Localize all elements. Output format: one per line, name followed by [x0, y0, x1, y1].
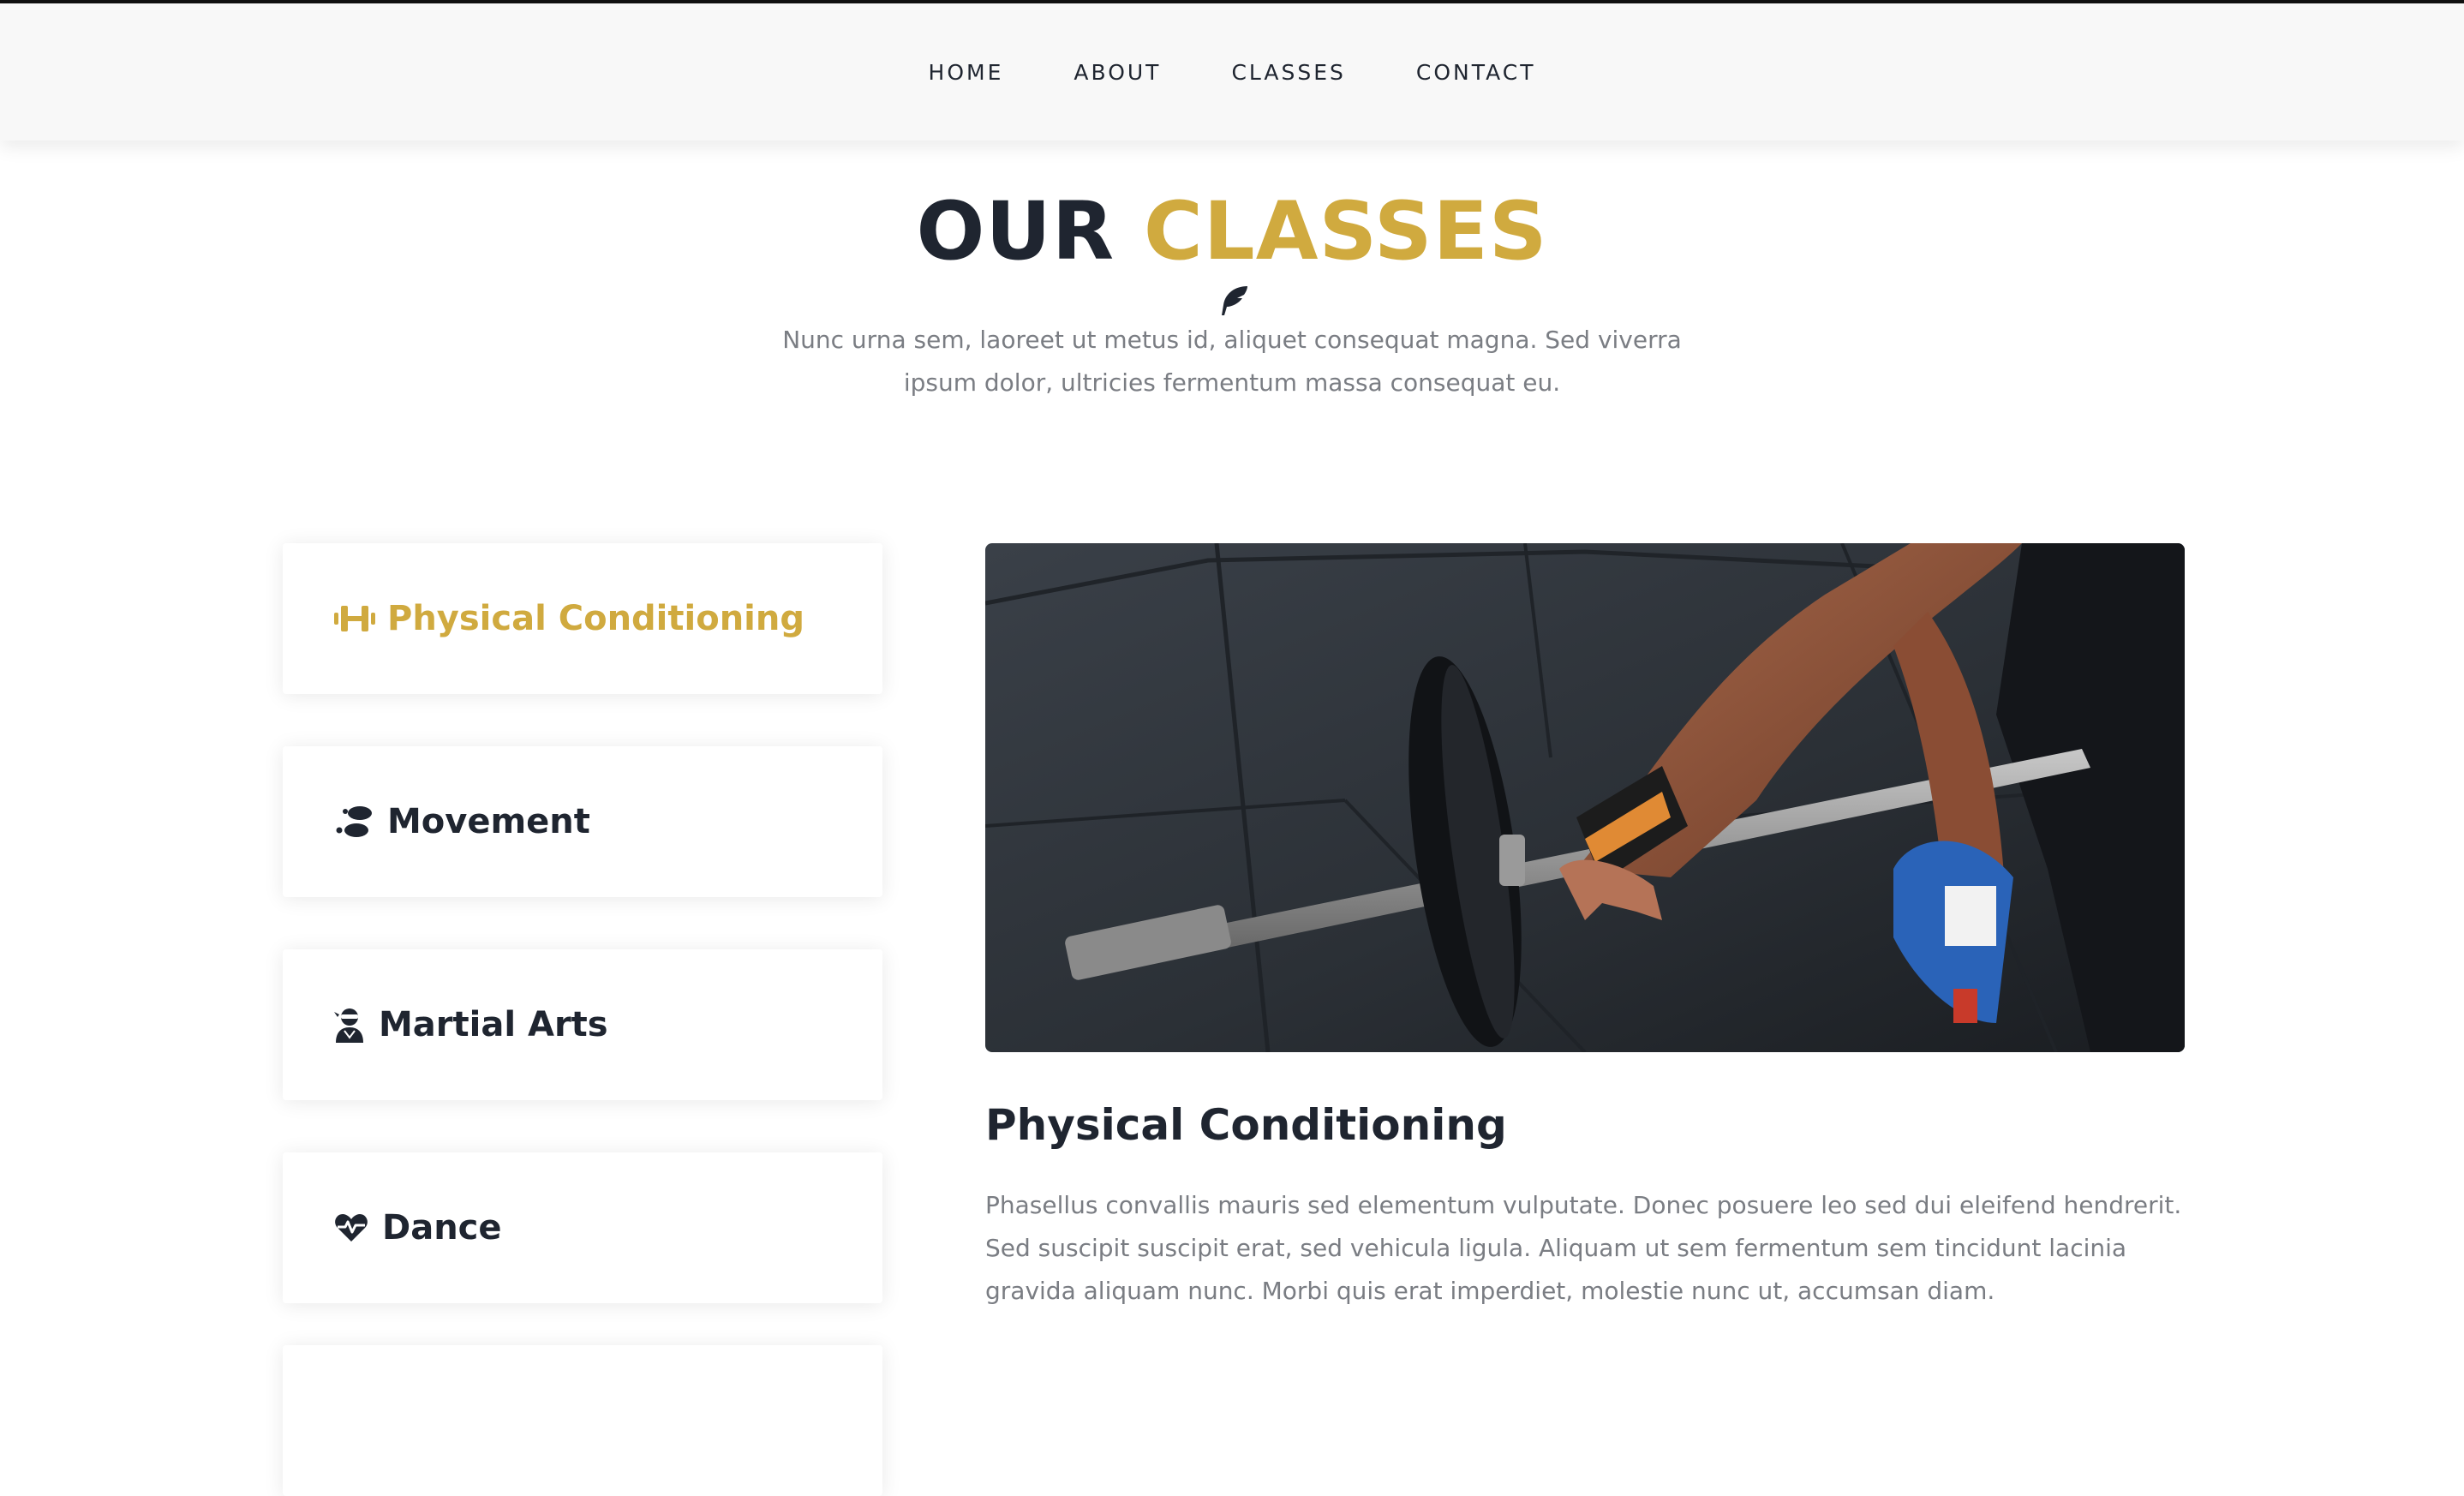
nav-contact[interactable]: CONTACT — [1416, 60, 1536, 85]
class-tab-label: Movement — [387, 802, 590, 841]
footprints-icon — [334, 804, 377, 840]
section-title-dark: OUR — [916, 185, 1115, 278]
nav-about[interactable]: ABOUT — [1074, 60, 1161, 85]
class-tab-label: Martial Arts — [379, 1005, 608, 1044]
main-navigation: HOME ABOUT CLASSES CONTACT — [0, 3, 2464, 141]
class-detail-title: Physical Conditioning — [985, 1100, 1507, 1150]
feather-icon — [1217, 283, 1253, 319]
class-tab-physical-conditioning[interactable]: Physical Conditioning — [283, 543, 882, 694]
class-tab-label: Dance — [382, 1208, 502, 1248]
nav-home[interactable]: HOME — [929, 60, 1004, 85]
class-photo — [985, 543, 2185, 1052]
class-tab-partial[interactable] — [283, 1345, 882, 1496]
class-tab-label: Physical Conditioning — [387, 599, 804, 638]
class-tab-dance[interactable]: Dance — [283, 1152, 882, 1303]
class-tab-martial-arts[interactable]: Martial Arts — [283, 949, 882, 1100]
heartbeat-icon — [334, 1210, 372, 1246]
section-title-accent: CLASSES — [1143, 185, 1548, 278]
class-tab-movement[interactable]: Movement — [283, 746, 882, 897]
nav-classes[interactable]: CLASSES — [1231, 60, 1345, 85]
user-ninja-icon — [334, 1007, 368, 1043]
dumbbell-icon — [334, 601, 377, 637]
section-title: OUR CLASSES — [0, 185, 2464, 279]
class-detail-text: Phasellus convallis mauris sed elementum… — [985, 1191, 2182, 1305]
section-intro: Nunc urna sem, laoreet ut metus id, aliq… — [782, 326, 1682, 397]
